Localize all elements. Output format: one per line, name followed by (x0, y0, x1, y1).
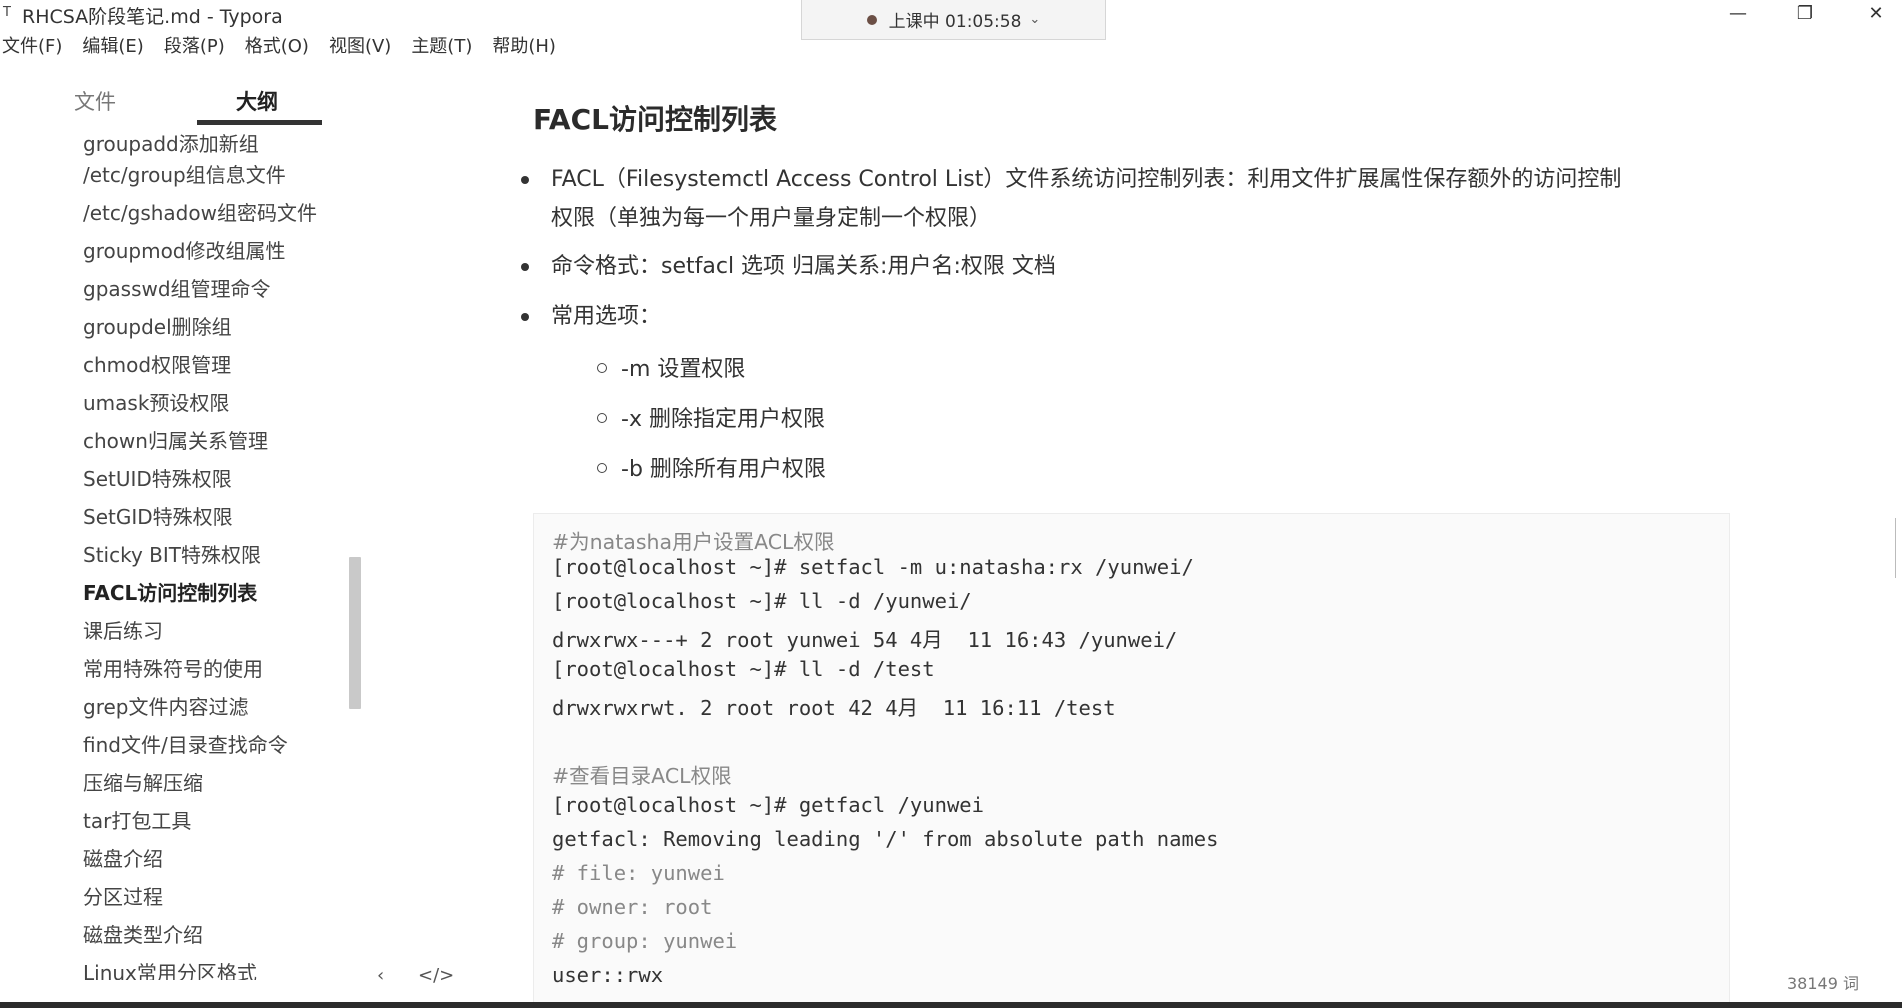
outline-item[interactable]: tar打包工具 (83, 805, 191, 834)
active-tab-indicator (197, 120, 322, 125)
bullet-text: 命令格式：setfacl 选项 归属关系:用户名:权限 文档 (551, 254, 1056, 279)
menu-paragraph[interactable]: 段落(P) (164, 30, 225, 60)
bullet-text: 常用选项： (551, 304, 662, 329)
sidebar: 文件 大纲 groupadd添加新组 /etc/group组信息文件 /etc/… (0, 72, 454, 1008)
outline-item[interactable]: 常用特殊符号的使用 (83, 653, 263, 682)
sub-bullet-text: -x 删除指定用户权限 (621, 407, 825, 432)
outline-item[interactable]: SetUID特殊权限 (83, 463, 232, 492)
sub-bullet-item: -m 设置权限 (597, 351, 746, 383)
bullet-dot-icon (521, 313, 529, 321)
code-comment: #查看目录ACL权限 (552, 764, 732, 788)
outline-item[interactable]: 课后练习 (83, 615, 163, 644)
outline-item[interactable]: 分区过程 (83, 881, 163, 910)
hollow-bullet-icon (597, 413, 607, 423)
sidebar-scrollbar[interactable] (349, 557, 361, 709)
sub-bullet-text: -m 设置权限 (621, 357, 746, 382)
code-line: user::rwx (552, 963, 664, 987)
outline-item[interactable]: groupmod修改组属性 (83, 235, 286, 264)
code-line: drwxrwxrwt. 2 root root 42 4月 11 16:11 /… (552, 696, 1116, 720)
typora-app-icon: T (3, 5, 11, 20)
tab-outline[interactable]: 大纲 (236, 86, 278, 116)
taskbar-edge (0, 1002, 1902, 1008)
code-comment: # group: yunwei (552, 929, 738, 953)
bullet-dot-icon (521, 176, 529, 184)
maximize-button[interactable]: ❐ (1775, 0, 1835, 26)
bullet-item: 常用选项： (521, 297, 1902, 336)
code-block[interactable]: #为natasha用户设置ACL权限 [root@localhost ~]# s… (533, 513, 1730, 1008)
code-comment: # file: yunwei (552, 861, 725, 885)
outline-item[interactable]: 压缩与解压缩 (83, 767, 203, 796)
recording-timer: 上课中 01:05:58 (888, 12, 1022, 32)
code-line: [root@localhost ~]# setfacl -m u:natasha… (552, 555, 1194, 579)
bullet-item: FACL（Filesystemctl Access Control List）文… (521, 160, 1902, 238)
code-line: getfacl: Removing leading '/' from absol… (552, 827, 1219, 851)
chevron-down-icon[interactable]: ⌄ (1029, 12, 1040, 27)
sub-bullet-item: -x 删除指定用户权限 (597, 401, 825, 433)
tab-files[interactable]: 文件 (74, 86, 116, 116)
outline-item[interactable]: grep文件内容过滤 (83, 691, 248, 720)
menu-edit[interactable]: 编辑(E) (82, 30, 143, 60)
outline-item[interactable]: /etc/group组信息文件 (83, 159, 286, 188)
sub-bullet-text: -b 删除所有用户权限 (621, 457, 826, 482)
outline-item[interactable]: 磁盘介绍 (83, 843, 163, 872)
code-line: drwxrwx---+ 2 root yunwei 54 4月 11 16:43… (552, 628, 1178, 652)
outline-item[interactable]: chmod权限管理 (83, 349, 231, 378)
outline-item[interactable]: gpasswd组管理命令 (83, 273, 271, 302)
menu-help[interactable]: 帮助(H) (492, 30, 556, 60)
menu-theme[interactable]: 主题(T) (411, 30, 472, 60)
code-line: [root@localhost ~]# ll -d /yunwei/ (552, 589, 972, 613)
outline-item[interactable]: chown归属关系管理 (83, 425, 268, 454)
outline-item[interactable]: Linux常用分区格式 (83, 957, 257, 980)
window-title: RHCSA阶段笔记.md - Typora (22, 6, 283, 28)
menu-bar: 文件(F) 编辑(E) 段落(P) 格式(O) 视图(V) 主题(T) 帮助(H… (0, 30, 576, 60)
code-comment: #为natasha用户设置ACL权限 (552, 530, 835, 554)
outline-item[interactable]: 磁盘类型介绍 (83, 919, 203, 948)
section-heading: FACL访问控制列表 (533, 103, 777, 136)
recording-dot-icon (866, 14, 877, 25)
bullet-item: 命令格式：setfacl 选项 归属关系:用户名:权限 文档 (521, 247, 1902, 286)
hollow-bullet-icon (597, 463, 607, 473)
menu-view[interactable]: 视图(V) (329, 30, 391, 60)
bullet-text-continued: 权限（单独为每一个用户量身定制一个权限） (551, 206, 992, 231)
menu-format[interactable]: 格式(O) (245, 30, 309, 60)
close-button[interactable]: ✕ (1846, 0, 1902, 26)
menu-file[interactable]: 文件(F) (2, 30, 62, 60)
code-line: [root@localhost ~]# ll -d /test (552, 657, 935, 681)
editor-scroll-edge (1895, 518, 1902, 578)
outline-item-active[interactable]: FACL访问控制列表 (83, 577, 257, 606)
recording-indicator[interactable]: 上课中 01:05:58 ⌄ (801, 0, 1106, 40)
minimize-button[interactable]: — (1708, 0, 1768, 26)
bullet-dot-icon (521, 263, 529, 271)
outline-item[interactable]: find文件/目录查找命令 (83, 729, 288, 758)
outline-item[interactable]: SetGID特殊权限 (83, 501, 233, 530)
word-count[interactable]: 38149 词 (1787, 970, 1859, 994)
outline-item[interactable]: Sticky BIT特殊权限 (83, 539, 261, 568)
hollow-bullet-icon (597, 363, 607, 373)
code-comment: # owner: root (552, 895, 713, 919)
outline-item[interactable]: umask预设权限 (83, 387, 229, 416)
bullet-text: FACL（Filesystemctl Access Control List）文… (551, 167, 1622, 192)
outline-list: groupadd添加新组 /etc/group组信息文件 /etc/gshado… (0, 134, 345, 980)
code-line: [root@localhost ~]# getfacl /yunwei (552, 793, 984, 817)
outline-item[interactable]: /etc/gshadow组密码文件 (83, 197, 317, 226)
sub-bullet-item: -b 删除所有用户权限 (597, 451, 826, 483)
editor-area[interactable]: FACL访问控制列表 FACL（Filesystemctl Access Con… (365, 60, 1902, 1008)
outline-item[interactable]: groupdel删除组 (83, 311, 232, 340)
outline-item[interactable]: groupadd添加新组 (83, 134, 259, 157)
